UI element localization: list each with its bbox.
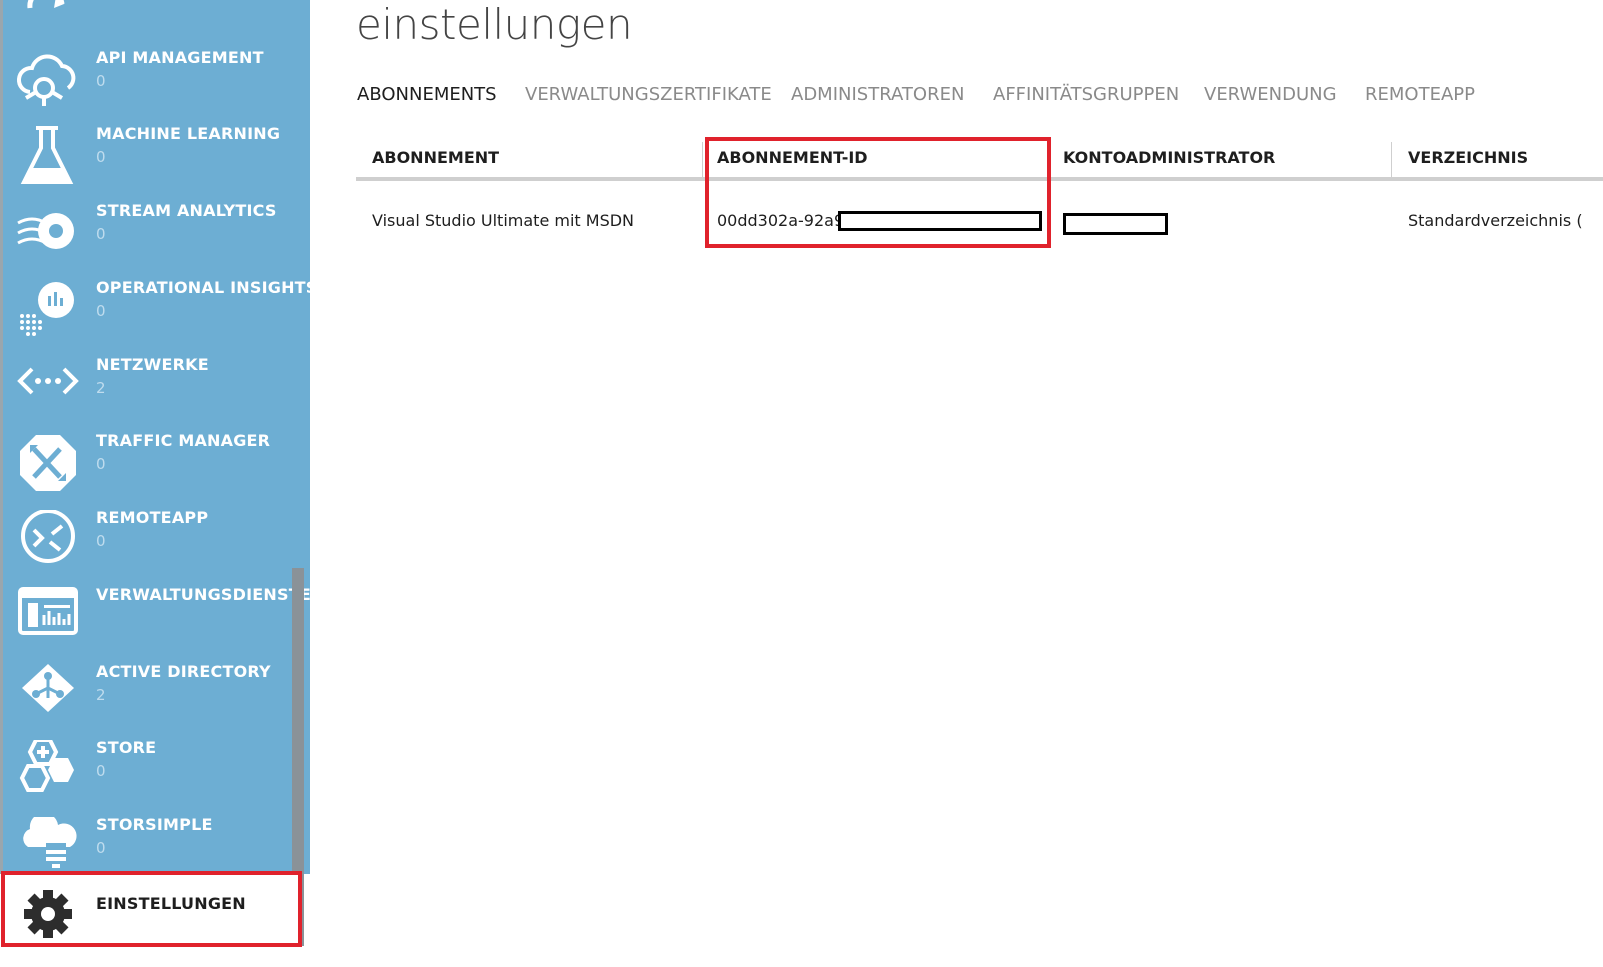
sidebar-item-label: VERWALTUNGSDIENSTE	[96, 585, 310, 604]
redacted-admin-block	[1063, 213, 1168, 235]
network-arrows-icon	[17, 367, 79, 395]
tab-verwaltungszertifikate[interactable]: VERWALTUNGSZERTIFIKATE	[525, 84, 772, 105]
sidebar-item-einstellungen[interactable]: EINSTELLUNGEN	[0, 871, 302, 947]
management-services-icon	[18, 587, 78, 635]
store-hexagons-icon	[19, 740, 74, 792]
tab-remoteapp[interactable]: REMOTEAPP	[1365, 84, 1475, 105]
sidebar-item-label: REMOTEAPP	[96, 508, 209, 527]
sidebar-item-netzwerke[interactable]: NETZWERKE 2	[0, 355, 310, 432]
page-title: einstellungen	[356, 0, 633, 49]
column-separator	[702, 142, 703, 178]
sidebar-item-label: MACHINE LEARNING	[96, 124, 281, 143]
sidebar-item-count: 0	[96, 532, 106, 550]
sidebar-item-api-management[interactable]: API MANAGEMENT 0	[0, 48, 310, 125]
refresh-cloud-icon	[27, 0, 65, 9]
api-management-icon	[17, 54, 76, 106]
sidebar-item-traffic-manager[interactable]: TRAFFIC MANAGER 0	[0, 431, 310, 508]
sidebar-item-top-partial[interactable]: 0	[0, 0, 310, 53]
column-separator	[1391, 142, 1392, 178]
sidebar-item-label: OPERATIONAL INSIGHTS	[96, 278, 310, 297]
column-header-abonnement[interactable]: ABONNEMENT	[372, 148, 499, 167]
sidebar-item-verwaltungsdienste[interactable]: VERWALTUNGSDIENSTE	[0, 585, 310, 662]
cell-verzeichnis: Standardverzeichnis (	[1408, 211, 1583, 230]
highlight-box-subscription-id	[705, 137, 1051, 248]
traffic-manager-icon	[20, 435, 76, 491]
gear-icon	[24, 890, 72, 938]
sidebar-item-count: 0	[96, 225, 106, 243]
storsimple-cloud-icon	[23, 817, 77, 868]
sidebar-item-count: 0	[96, 72, 106, 90]
sidebar-item-count: 0	[96, 839, 106, 857]
tab-abonnements[interactable]: ABONNEMENTS	[357, 84, 497, 105]
sidebar-item-label: TRAFFIC MANAGER	[96, 431, 271, 450]
tab-verwendung[interactable]: VERWENDUNG	[1204, 84, 1337, 105]
sidebar-item-label: STORE	[96, 738, 157, 757]
column-header-verzeichnis[interactable]: VERZEICHNIS	[1408, 148, 1528, 167]
active-directory-icon	[22, 664, 74, 712]
sidebar-item-machine-learning[interactable]: MACHINE LEARNING 0	[0, 124, 310, 201]
cell-abonnement: Visual Studio Ultimate mit MSDN	[372, 211, 635, 230]
sidebar-item-stream-analytics[interactable]: STREAM ANALYTICS 0	[0, 201, 310, 278]
sidebar-item-label: NETZWERKE	[96, 355, 209, 374]
sidebar-item-remoteapp[interactable]: REMOTEAPP 0	[0, 508, 310, 585]
sidebar-item-count: 0	[96, 762, 106, 780]
sidebar-item-store[interactable]: STORE 0	[0, 738, 310, 815]
sidebar-item-label: API MANAGEMENT	[96, 48, 264, 67]
sidebar-item-count: 0	[96, 148, 106, 166]
sidebar-item-count: 2	[96, 379, 106, 397]
sidebar-item-count: 0	[96, 455, 106, 473]
column-header-kontoadministrator[interactable]: KONTOADMINISTRATOR	[1063, 148, 1275, 167]
stream-gear-icon	[17, 213, 74, 249]
sidebar-item-count: 2	[96, 686, 106, 704]
flask-icon	[20, 126, 74, 184]
sidebar-item-label: EINSTELLUNGEN	[96, 894, 246, 913]
sidebar-item-label: STREAM ANALYTICS	[96, 201, 277, 220]
sidebar-item-label: ACTIVE DIRECTORY	[96, 662, 271, 681]
insights-icon	[20, 282, 74, 336]
sidebar-item-storsimple[interactable]: STORSIMPLE 0	[0, 815, 310, 874]
sidebar-item-label: STORSIMPLE	[96, 815, 213, 834]
sidebar: 0 API MANAGEMENT 0 MACHINE LEARNING 0 ST…	[0, 0, 310, 874]
tab-administratoren[interactable]: ADMINISTRATOREN	[791, 84, 964, 105]
sidebar-item-active-directory[interactable]: ACTIVE DIRECTORY 2	[0, 662, 310, 739]
sidebar-item-count: 0	[96, 302, 106, 320]
remoteapp-icon	[21, 510, 75, 563]
sidebar-item-operational-insights[interactable]: OPERATIONAL INSIGHTS 0	[0, 278, 310, 355]
tab-affinitaetsgruppen[interactable]: AFFINITÄTSGRUPPEN	[993, 84, 1179, 105]
